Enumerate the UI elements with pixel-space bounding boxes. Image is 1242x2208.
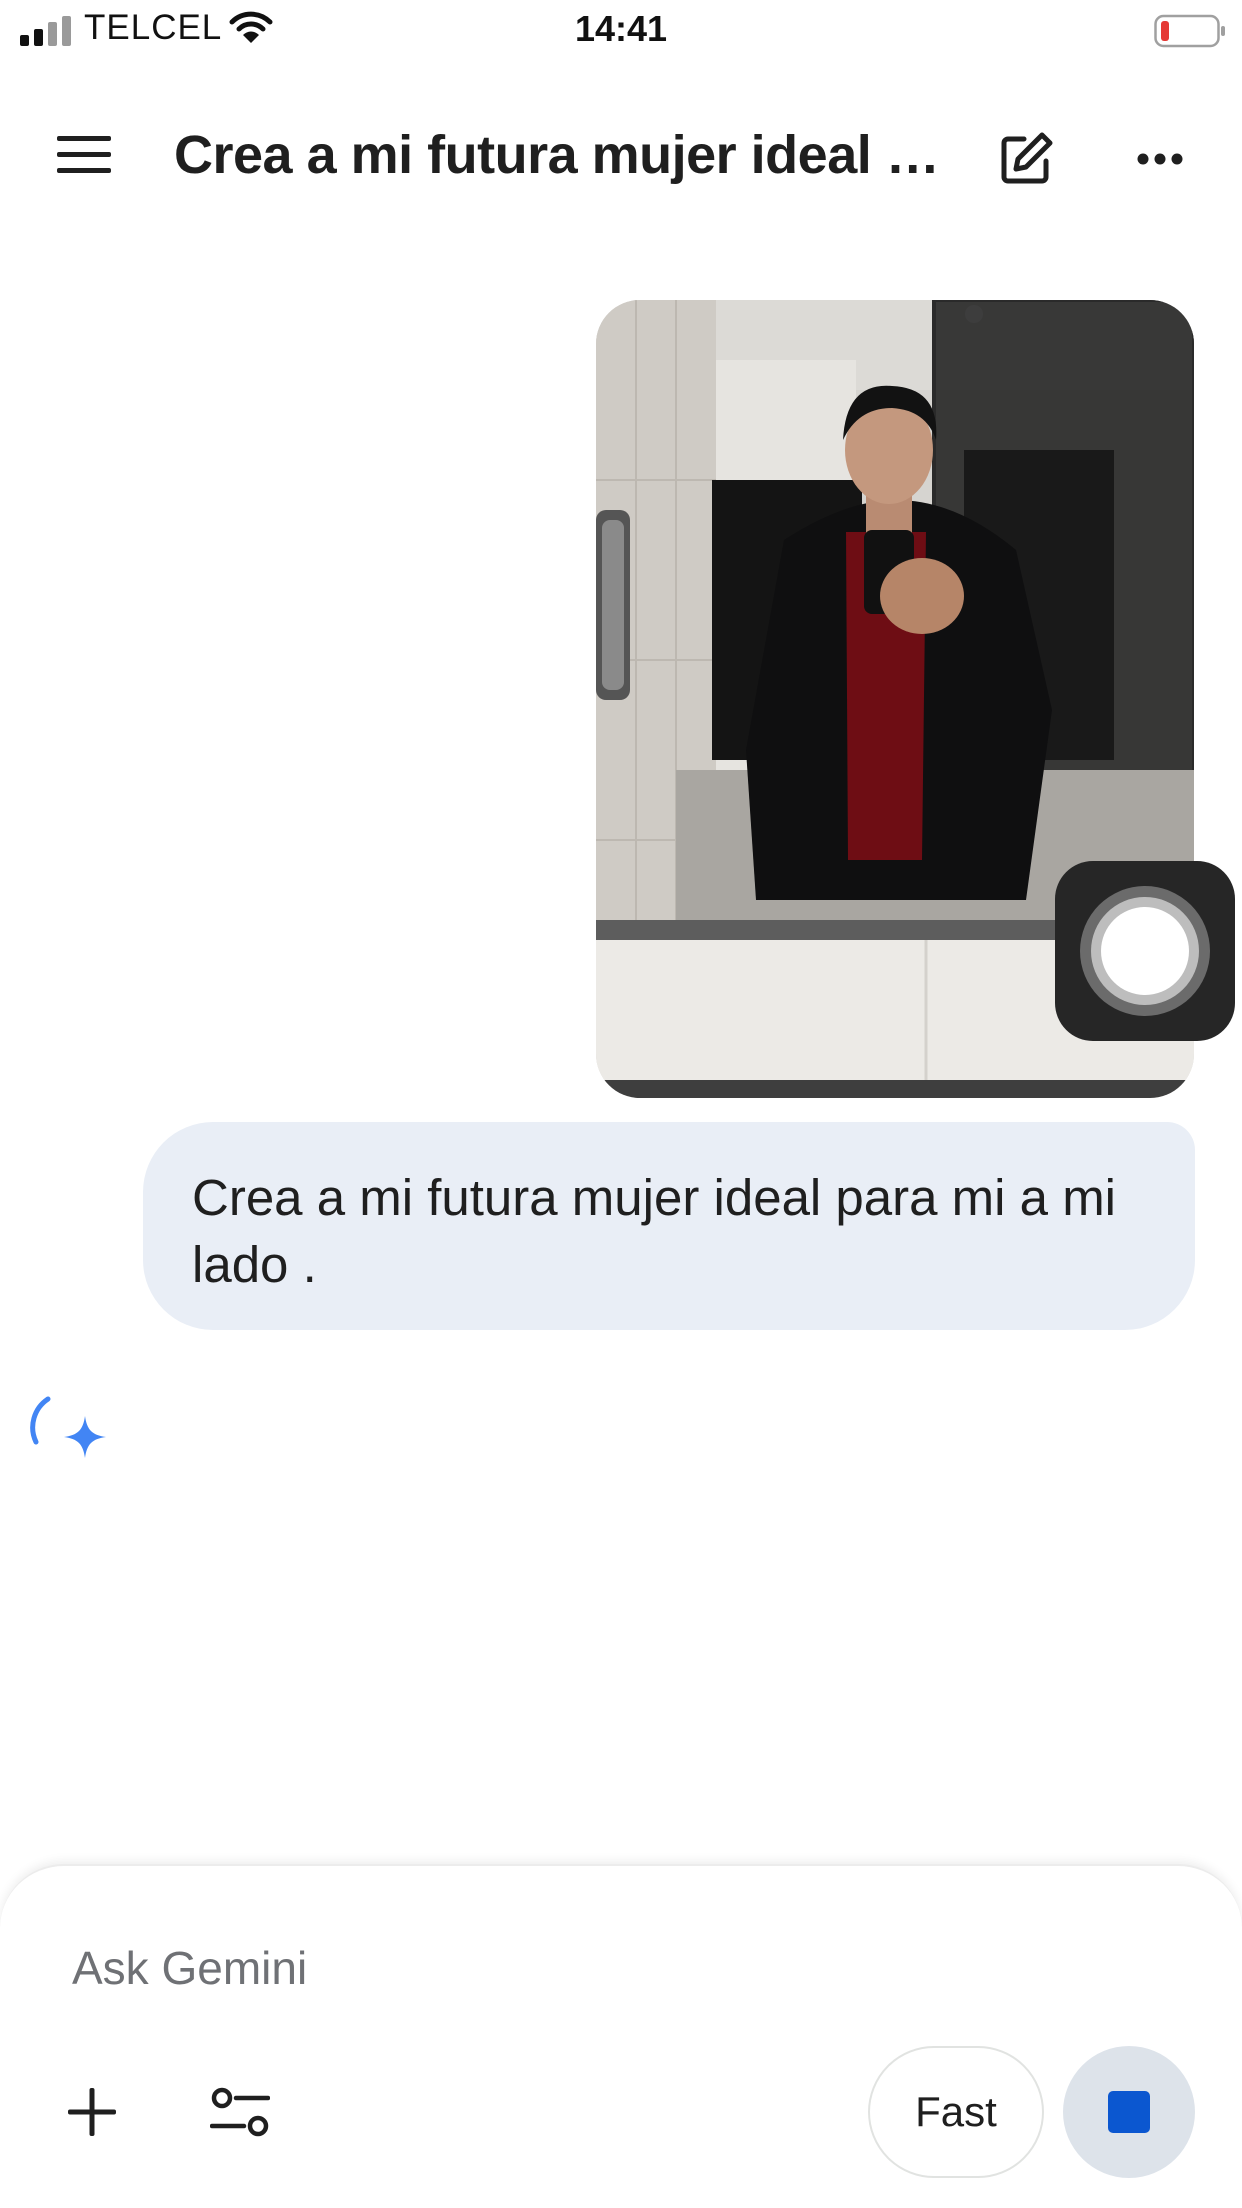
stop-icon — [1108, 2091, 1150, 2133]
model-mode-label: Fast — [915, 2088, 997, 2135]
assistive-touch-icon[interactable] — [1055, 861, 1235, 1041]
tools-button[interactable] — [200, 2076, 280, 2148]
tools-sliders-icon — [210, 2087, 270, 2137]
new-chat-button[interactable] — [990, 126, 1062, 192]
battery-low-icon — [1154, 14, 1225, 48]
menu-button[interactable] — [44, 122, 124, 188]
stop-generation-button[interactable] — [1063, 2046, 1195, 2178]
app-bar: Crea a mi futura mujer ideal para mi a m… — [0, 100, 1242, 210]
gemini-chat-screen: TELCEL 14:41 Crea a mi futura mujer idea… — [0, 0, 1242, 2208]
conversation-title: Crea a mi futura mujer ideal para mi a m… — [174, 125, 944, 185]
status-bar: TELCEL 14:41 — [0, 0, 1242, 64]
new-chat-edit-icon — [1001, 132, 1053, 184]
add-attachment-button[interactable] — [56, 2076, 128, 2148]
more-horizontal-icon — [1137, 153, 1183, 165]
status-time: 14:41 — [574, 8, 668, 49]
user-message-bubble: Crea a mi futura mujer ideal para mi a m… — [143, 1122, 1195, 1330]
hamburger-menu-icon — [57, 136, 111, 173]
model-mode-chip[interactable]: Fast — [868, 2046, 1044, 2178]
gemini-spark-loading-icon — [30, 1396, 106, 1458]
composer: Fast — [0, 1864, 1242, 2208]
ask-gemini-input[interactable] — [72, 1938, 972, 1998]
more-options-button[interactable] — [1124, 126, 1196, 192]
plus-icon — [68, 2088, 116, 2136]
